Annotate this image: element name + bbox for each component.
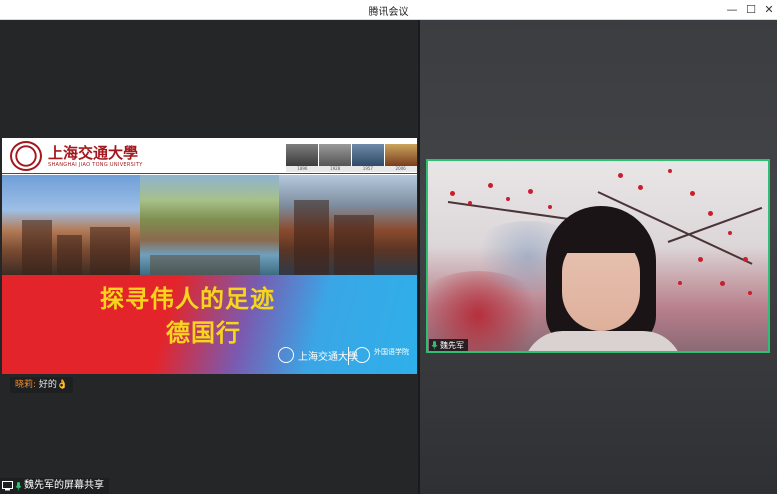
window-titlebar: 腾讯会议 — ☐ ✕	[0, 0, 777, 20]
chat-text: 好的👌	[38, 380, 69, 390]
close-button[interactable]: ✕	[761, 2, 777, 18]
history-photo-strip	[286, 144, 417, 166]
photo-town-square	[2, 175, 141, 275]
microphone-icon	[431, 341, 438, 350]
year-label: 1896	[297, 166, 308, 171]
maximize-button[interactable]: ☐	[743, 2, 759, 18]
year-label: 1957	[362, 166, 373, 171]
photo-speicherstadt	[278, 175, 417, 275]
university-english-name: SHANGHAI JIAO TONG UNIVERSITY	[48, 162, 143, 168]
screen-share-label: 魏先军的屏幕共享	[0, 478, 109, 494]
logo-divider	[348, 347, 349, 365]
logo2-text: 外国语学院	[374, 348, 409, 356]
year-label: 1928	[330, 166, 341, 171]
logo1-text: 上海交通大學	[298, 352, 358, 363]
participant-name: 魏先军	[440, 341, 464, 350]
slide-header: 上海交通大學 SHANGHAI JIAO TONG UNIVERSITY 189…	[2, 138, 417, 174]
chat-message-bubble[interactable]: 晓莉: 好的👌	[10, 377, 74, 393]
university-name: 上海交通大學	[48, 144, 139, 162]
participant-name-tag: 魏先军	[429, 339, 468, 351]
minimize-button[interactable]: —	[724, 2, 740, 18]
shared-slide: 上海交通大學 SHANGHAI JIAO TONG UNIVERSITY 189…	[2, 138, 417, 374]
germany-photos	[2, 175, 417, 275]
microphone-icon	[15, 481, 22, 490]
chat-sender: 晓莉:	[15, 380, 37, 390]
photo-heidelberg	[140, 175, 279, 275]
participant-bangs	[558, 213, 648, 253]
history-years: 1896 1928 1957 2006	[286, 166, 417, 172]
participant-video-tile[interactable]: 魏先军	[426, 159, 770, 353]
sjtu-logo-icon	[278, 347, 294, 363]
slide-logos: 上海交通大學 外国语学院	[278, 345, 413, 367]
slide-title-line1: 探寻伟人的足迹	[100, 284, 275, 313]
screen-share-icon	[2, 481, 13, 491]
school-logo-icon	[354, 347, 370, 363]
screen-share-owner: 魏先军的屏幕共享	[24, 480, 104, 491]
university-seal-icon	[10, 141, 42, 171]
slide-title-band: 探寻伟人的足迹 德国行 上海交通大學 外国语学院	[2, 275, 417, 374]
participant-shoulders	[523, 331, 683, 351]
year-label: 2006	[395, 166, 406, 171]
window-title: 腾讯会议	[368, 7, 409, 18]
slide-title-line2: 德国行	[166, 318, 241, 347]
